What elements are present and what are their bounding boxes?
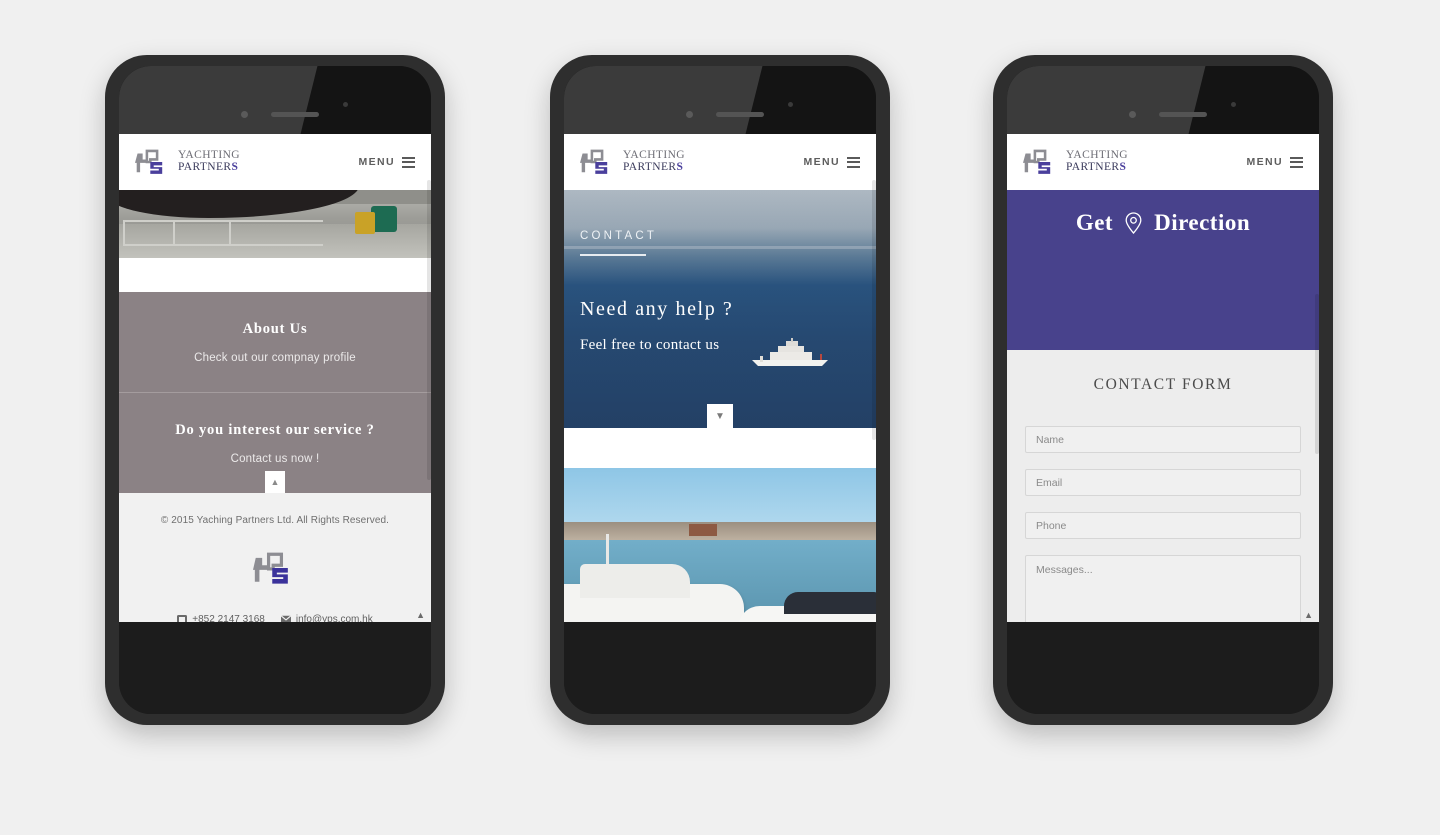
menu-button[interactable]: MENU	[358, 156, 415, 168]
site-footer: © 2015 Yaching Partners Ltd. All Rights …	[119, 493, 431, 622]
direction-word-before: Get	[1075, 210, 1114, 235]
camera-icon	[241, 111, 248, 118]
menu-label: MENU	[1246, 156, 1283, 168]
menu-button[interactable]: MENU	[803, 156, 860, 168]
phone-3-top-bezel	[1007, 66, 1319, 134]
site-header: YACHTING PARTNERS MENU	[119, 134, 431, 190]
brand-logo[interactable]: YACHTING PARTNERS	[135, 148, 240, 176]
bezel-glare	[564, 66, 763, 134]
footer-phone-text: +852 2147 3168	[192, 614, 265, 622]
menu-label: MENU	[803, 156, 840, 168]
scroll-to-top-button[interactable]: ▲	[265, 471, 285, 493]
yps-monogram-logo-icon	[1023, 149, 1051, 174]
screenshot-stage: YACHTING PARTNERS MENU About Us Check ou…	[0, 0, 1440, 835]
footer-phone[interactable]: +852 2147 3168	[177, 614, 265, 622]
footer-yps-logo-icon	[253, 552, 288, 584]
promo-subtitle: Check out our compnay profile	[194, 351, 356, 364]
phone-2-screen: YACHTING PARTNERS MENU CONTACT Need any …	[564, 134, 876, 622]
brand-line-2: PARTNERS	[178, 161, 239, 173]
bezel-glare	[119, 66, 318, 134]
get-direction-title: Get Direction	[1076, 210, 1250, 236]
scroll-indicator-icon[interactable]: ▲	[416, 610, 425, 620]
footer-email-text: info@yps.com.hk	[295, 614, 373, 622]
earpiece-speaker	[1159, 112, 1207, 117]
camera-icon	[1129, 111, 1136, 118]
hero-subheading: Feel free to contact us	[580, 337, 720, 353]
name-input[interactable]	[1025, 426, 1301, 453]
hamburger-icon	[1290, 156, 1303, 168]
site-header: YACHTING PARTNERS MENU	[564, 134, 876, 190]
brand-logo[interactable]: YACHTING PARTNERS	[580, 148, 685, 176]
envelope-icon	[280, 615, 291, 622]
promo-service-cta[interactable]: Do you interest our service ? Contact us…	[119, 392, 431, 493]
contact-hero: CONTACT Need any help ? Feel free to con…	[564, 190, 876, 428]
hamburger-icon	[847, 156, 860, 168]
marina-photo	[564, 468, 876, 622]
device-phone-1: YACHTING PARTNERS MENU About Us Check ou…	[105, 55, 445, 725]
superyacht-illustration	[752, 338, 828, 366]
scroll-down-button[interactable]: ▼	[707, 404, 733, 428]
sensor-icon	[343, 102, 348, 107]
earpiece-speaker	[716, 112, 764, 117]
direction-word-after: Direction	[1154, 210, 1251, 235]
contact-form-title: CONTACT FORM	[1093, 376, 1233, 393]
scroll-to-top-icon[interactable]: ▲	[1304, 610, 1313, 620]
hero-eyebrow: CONTACT	[580, 230, 658, 242]
hero-underline	[580, 254, 646, 256]
brand-line-2: PARTNERS	[1066, 161, 1127, 173]
brand-line-2: PARTNERS	[623, 161, 684, 173]
phone-1-body: YACHTING PARTNERS MENU About Us Check ou…	[119, 66, 431, 714]
footer-contact-row: +852 2147 3168 info@yps.com.hk	[119, 614, 431, 622]
device-phone-2: YACHTING PARTNERS MENU CONTACT Need any …	[550, 55, 890, 725]
phone-3-bottom-bezel	[1007, 622, 1319, 714]
shipyard-photo	[119, 190, 431, 258]
phone-3-screen: YACHTING PARTNERS MENU Get Direction CON…	[1007, 134, 1319, 622]
site-header: YACHTING PARTNERS MENU	[1007, 134, 1319, 190]
get-direction-banner[interactable]: Get Direction	[1007, 190, 1319, 350]
page-scrollbar[interactable]	[427, 180, 431, 480]
page-scrollbar[interactable]	[1315, 294, 1319, 454]
camera-icon	[686, 111, 693, 118]
phone-3-body: YACHTING PARTNERS MENU Get Direction CON…	[1007, 66, 1319, 714]
map-pin-icon	[1125, 212, 1142, 234]
promo-about-us[interactable]: About Us Check out our compnay profile	[119, 292, 431, 392]
phone-icon	[177, 615, 188, 622]
message-textarea[interactable]	[1025, 555, 1301, 622]
promo-title: About Us	[242, 320, 308, 337]
sensor-icon	[1231, 102, 1236, 107]
hamburger-icon	[402, 156, 415, 168]
phone-input[interactable]	[1025, 512, 1301, 539]
menu-button[interactable]: MENU	[1246, 156, 1303, 168]
earpiece-speaker	[271, 112, 319, 117]
phone-1-bottom-bezel	[119, 622, 431, 714]
sensor-icon	[788, 102, 793, 107]
phone-1-top-bezel	[119, 66, 431, 134]
footer-email[interactable]: info@yps.com.hk	[280, 614, 373, 622]
menu-label: MENU	[358, 156, 395, 168]
copyright-text: © 2015 Yaching Partners Ltd. All Rights …	[160, 515, 390, 526]
brand-logo[interactable]: YACHTING PARTNERS	[1023, 148, 1128, 176]
white-spacer	[119, 258, 431, 292]
device-phone-3: YACHTING PARTNERS MENU Get Direction CON…	[993, 55, 1333, 725]
hero-heading: Need any help ?	[580, 298, 734, 320]
yps-monogram-logo-icon	[135, 149, 163, 174]
promo-subtitle: Contact us now !	[230, 452, 320, 465]
email-input[interactable]	[1025, 469, 1301, 496]
phone-2-body: YACHTING PARTNERS MENU CONTACT Need any …	[564, 66, 876, 714]
white-spacer	[564, 428, 876, 468]
contact-form-panel: CONTACT FORM	[1007, 350, 1319, 622]
phone-2-bottom-bezel	[564, 622, 876, 714]
phone-1-screen: YACHTING PARTNERS MENU About Us Check ou…	[119, 134, 431, 622]
page-scrollbar[interactable]	[872, 180, 876, 440]
yps-monogram-logo-icon	[580, 149, 608, 174]
promo-title: Do you interest our service ?	[175, 421, 375, 438]
phone-2-top-bezel	[564, 66, 876, 134]
bezel-glare	[1007, 66, 1206, 134]
